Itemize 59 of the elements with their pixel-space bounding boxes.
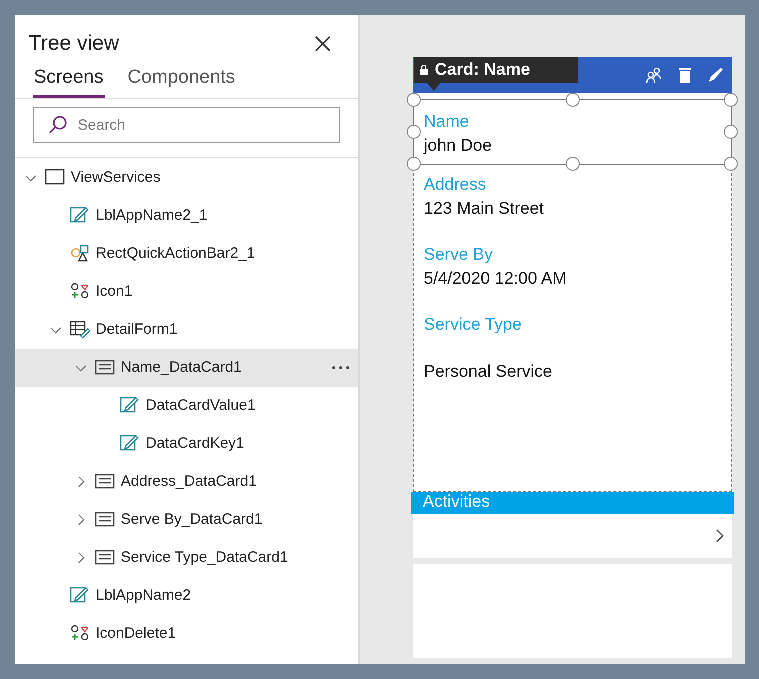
resize-handle[interactable]	[724, 157, 738, 171]
field-label: Address	[424, 174, 488, 196]
chevron-right-icon	[716, 529, 724, 543]
resize-handle[interactable]	[407, 157, 421, 171]
resize-handle[interactable]	[407, 93, 421, 107]
resize-handle[interactable]	[724, 93, 738, 107]
tab[interactable]: Components	[126, 64, 236, 98]
field-label: Name	[424, 111, 470, 133]
resize-handle[interactable]	[566, 157, 580, 171]
search-field[interactable]: Search	[33, 107, 340, 143]
tree-item[interactable]: LblAppName2_1	[15, 197, 358, 235]
tree-item-label: Name_DataCard1	[121, 358, 242, 378]
tree-item[interactable]: Address_DataCard1	[15, 463, 358, 501]
tree-item[interactable]: LblAppName2	[15, 577, 358, 615]
panel-title: Tree view	[29, 31, 120, 57]
tree-item[interactable]: Service Type_DataCard1	[15, 539, 358, 577]
tree-item[interactable]: IconDelete1	[15, 615, 358, 653]
tree-item-label: IconDelete1	[96, 624, 176, 644]
lock-icon	[420, 65, 428, 75]
tab[interactable]: Screens	[33, 64, 105, 98]
tree-item[interactable]: ViewServices	[15, 159, 358, 197]
tree-item-label: LblAppName2_1	[96, 206, 208, 226]
tree-item-label: Serve By_DataCard1	[121, 510, 263, 530]
tree-item-label: ViewServices	[71, 168, 161, 188]
tree-item-label: DataCardValue1	[146, 396, 256, 416]
trash-icon	[678, 67, 692, 83]
tree-item[interactable]: Icon1	[15, 273, 358, 311]
tree-item[interactable]: Serve By_DataCard1	[15, 501, 358, 539]
field-label: Serve By	[424, 244, 494, 266]
resize-handle[interactable]	[724, 125, 738, 139]
search-icon	[48, 115, 68, 135]
tree-item[interactable]: DataCardValue1	[15, 387, 358, 425]
tree-item[interactable]: Name_DataCard1	[15, 349, 358, 387]
field-value: Personal Service	[424, 361, 554, 383]
people-icon	[646, 67, 662, 83]
tree-item[interactable]: DataCardKey1	[15, 425, 358, 463]
close-button[interactable]	[314, 34, 332, 53]
tree-item-label: DetailForm1	[96, 320, 178, 340]
pencil-icon	[708, 67, 724, 83]
field-value: 123 Main Street	[424, 198, 546, 220]
tree-item-label: Service Type_DataCard1	[121, 548, 288, 568]
tree-item-label: LblAppName2	[96, 586, 192, 606]
field-label: Service Type	[424, 314, 523, 336]
tree-item[interactable]: DetailForm1	[15, 311, 358, 349]
tree-item-label: Address_DataCard1	[121, 472, 257, 492]
close-icon	[315, 36, 331, 52]
tree-item-label: RectQuickActionBar2_1	[96, 244, 256, 264]
section-header: Activities	[411, 492, 734, 514]
field-value: john Doe	[424, 135, 494, 157]
field-value: 5/4/2020 12:00 AM	[424, 268, 568, 290]
tooltip-text: Card: Name	[435, 59, 530, 82]
more-icon	[332, 366, 350, 370]
resize-handle[interactable]	[566, 93, 580, 107]
tree-item-label: Icon1	[96, 282, 133, 302]
tree-item-label: DataCardKey1	[146, 434, 244, 454]
tree-item[interactable]: RectQuickActionBar2_1	[15, 235, 358, 273]
shape-icon	[70, 244, 90, 264]
form-icon	[70, 320, 90, 340]
resize-handle[interactable]	[407, 125, 421, 139]
